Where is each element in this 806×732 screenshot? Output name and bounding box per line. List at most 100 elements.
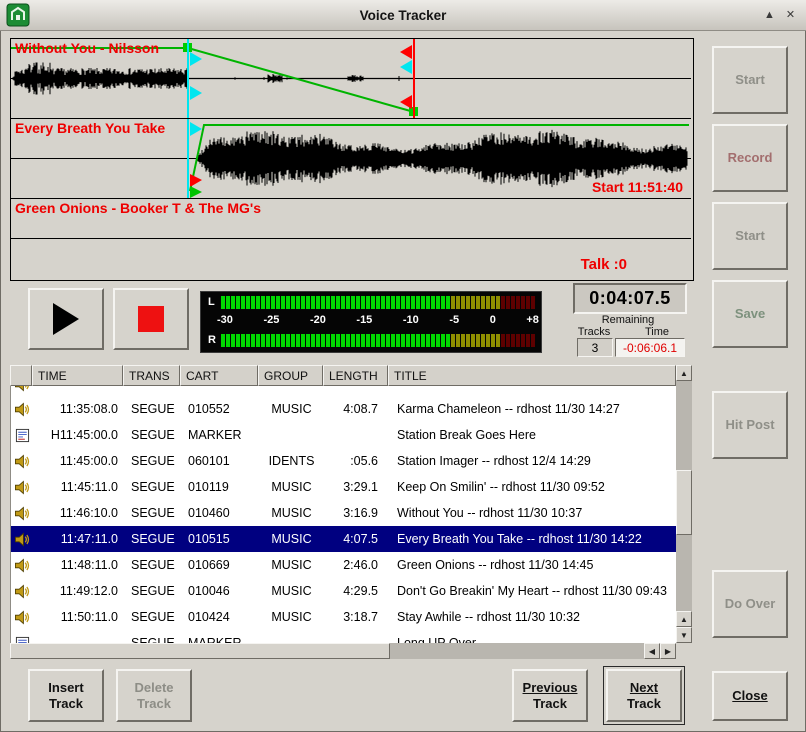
- meter-segment: [446, 334, 450, 347]
- table-row[interactable]: 11:48:11.0 SEGUE 010669 MUSIC 2:46.0 Gre…: [11, 552, 677, 578]
- previous-track-button[interactable]: Previous Track: [512, 669, 588, 722]
- marker-arrow-icon[interactable]: [190, 86, 202, 100]
- scroll-down-icon[interactable]: ▼: [676, 627, 692, 643]
- column-header-trans[interactable]: TRANS: [123, 365, 180, 386]
- table-row[interactable]: 11:49:12.0 SEGUE 010046 MUSIC 4:29.5 Don…: [11, 578, 677, 604]
- remaining-label: Remaining: [573, 314, 683, 326]
- scroll-up-icon[interactable]: ▲: [676, 611, 692, 627]
- horizontal-scrollbar[interactable]: ◀ ▶: [10, 643, 676, 659]
- sidebar-button-record[interactable]: Record: [712, 124, 788, 192]
- meter-segment: [481, 296, 485, 309]
- meter-segment: [426, 296, 430, 309]
- table-row[interactable]: 11:45:00.0 SEGUE 060101 IDENTS :05.6 Sta…: [11, 448, 677, 474]
- meter-segment: [341, 296, 345, 309]
- row-cart: 010460: [181, 506, 259, 520]
- meter-segment: [436, 334, 440, 347]
- scroll-left-icon[interactable]: ◀: [644, 643, 660, 659]
- table-row[interactable]: 11:46:10.0 SEGUE 010460 MUSIC 3:16.9 Wit…: [11, 500, 677, 526]
- table-row[interactable]: H11:45:00.0 SEGUE MARKER Station Break G…: [11, 422, 677, 448]
- meter-segment: [281, 334, 285, 347]
- meter-segment: [356, 334, 360, 347]
- pin-icon[interactable]: ▲: [761, 6, 778, 23]
- meter-segment: [501, 334, 505, 347]
- marker-arrow-icon[interactable]: [400, 45, 412, 59]
- close-label: Close: [732, 688, 767, 704]
- marker-arrow-icon[interactable]: [190, 186, 202, 198]
- table-row[interactable]: 11:45:11.0 SEGUE 010119 MUSIC 3:29.1 Kee…: [11, 474, 677, 500]
- column-header-icon[interactable]: [10, 365, 32, 386]
- stop-button[interactable]: [113, 288, 189, 350]
- marker-arrow-icon[interactable]: [400, 95, 412, 109]
- sidebar-button-save[interactable]: Save: [712, 280, 788, 348]
- row-cart: 010515: [181, 532, 259, 546]
- meter-segment: [246, 334, 250, 347]
- row-time: 11:35:08.0: [33, 402, 124, 416]
- play-button[interactable]: [28, 288, 104, 350]
- insert-track-label: Insert: [48, 680, 83, 696]
- meter-segment: [396, 334, 400, 347]
- meter-segment: [531, 296, 535, 309]
- meter-segment: [336, 296, 340, 309]
- insert-track-button[interactable]: Insert Track: [28, 669, 104, 722]
- next-track-button[interactable]: Next Track: [606, 669, 682, 722]
- track-2[interactable]: Every Breath You Take Start 11:51:40: [11, 119, 691, 199]
- meter-right-label: R: [208, 334, 216, 346]
- track-1-wave: [13, 63, 413, 95]
- sidebar-button-hit-post[interactable]: Hit Post: [712, 391, 788, 459]
- sidebar-button-start-2[interactable]: Start: [712, 202, 788, 270]
- next-track-label: Next: [630, 680, 658, 696]
- column-header-group[interactable]: GROUP: [258, 365, 323, 386]
- meter-segment: [506, 334, 510, 347]
- meter-segment: [236, 296, 240, 309]
- delete-track-button: Delete Track: [116, 669, 192, 722]
- meter-segment: [361, 296, 365, 309]
- scroll-up-icon[interactable]: ▲: [676, 365, 692, 381]
- table-row[interactable]: 11:47:11.0 SEGUE 010515 MUSIC 4:07.5 Eve…: [11, 526, 677, 552]
- meter-segment: [391, 334, 395, 347]
- elapsed-time-display: 0:04:07.5: [573, 283, 687, 314]
- vertical-scrollbar[interactable]: ▲ ▲ ▼: [676, 365, 692, 643]
- row-length: :05.6: [324, 454, 389, 468]
- track-1[interactable]: Without You - Nilsson: [11, 39, 691, 119]
- marker-icon: [15, 636, 30, 644]
- meter-segment: [221, 334, 225, 347]
- table-row[interactable]: [11, 386, 677, 396]
- marker-arrow-icon[interactable]: [190, 122, 202, 136]
- meter-segment: [296, 334, 300, 347]
- column-header-time[interactable]: TIME: [32, 365, 123, 386]
- row-title: Green Onions -- rdhost 11/30 14:45: [389, 558, 677, 572]
- titlebar[interactable]: Voice Tracker ▲ ✕: [0, 0, 806, 31]
- close-button[interactable]: Close: [712, 671, 788, 721]
- meter-segment: [451, 334, 455, 347]
- horizontal-scrollbar-thumb[interactable]: [10, 643, 390, 659]
- table-row[interactable]: 11:35:08.0 SEGUE 010552 MUSIC 4:08.7 Kar…: [11, 396, 677, 422]
- marker-arrow-icon[interactable]: [190, 174, 202, 187]
- meter-segment: [526, 296, 530, 309]
- sidebar-button-do-over[interactable]: Do Over: [712, 570, 788, 638]
- meter-segment: [516, 334, 520, 347]
- marker-arrow-icon[interactable]: [400, 60, 412, 74]
- vertical-scrollbar-thumb[interactable]: [676, 470, 692, 535]
- meter-segment: [341, 334, 345, 347]
- meter-segment: [521, 296, 525, 309]
- marker-arrow-icon[interactable]: [190, 52, 202, 66]
- audio-meter: L -30-25-20-15-10-50+8 R: [200, 291, 542, 353]
- sidebar-button-start-1[interactable]: Start: [712, 46, 788, 114]
- row-time: 11:46:10.0: [33, 506, 124, 520]
- track-3[interactable]: Green Onions - Booker T & The MG's Talk …: [11, 199, 691, 278]
- meter-segment: [296, 296, 300, 309]
- meter-segment: [421, 296, 425, 309]
- column-header-cart[interactable]: CART: [180, 365, 258, 386]
- app-icon: [6, 3, 30, 27]
- speaker-icon: [14, 610, 30, 625]
- column-header-length[interactable]: LENGTH: [323, 365, 388, 386]
- scroll-right-icon[interactable]: ▶: [660, 643, 676, 659]
- column-header-title[interactable]: TITLE: [388, 365, 676, 386]
- marker-icon: [15, 428, 30, 443]
- table-row[interactable]: SEGUE MARKER Long UP Over: [11, 630, 677, 643]
- meter-scale-label: -30: [217, 314, 233, 328]
- row-cart: MARKER: [181, 428, 259, 442]
- meter-segment: [471, 334, 475, 347]
- table-row[interactable]: 11:50:11.0 SEGUE 010424 MUSIC 3:18.7 Sta…: [11, 604, 677, 630]
- close-icon[interactable]: ✕: [782, 6, 799, 23]
